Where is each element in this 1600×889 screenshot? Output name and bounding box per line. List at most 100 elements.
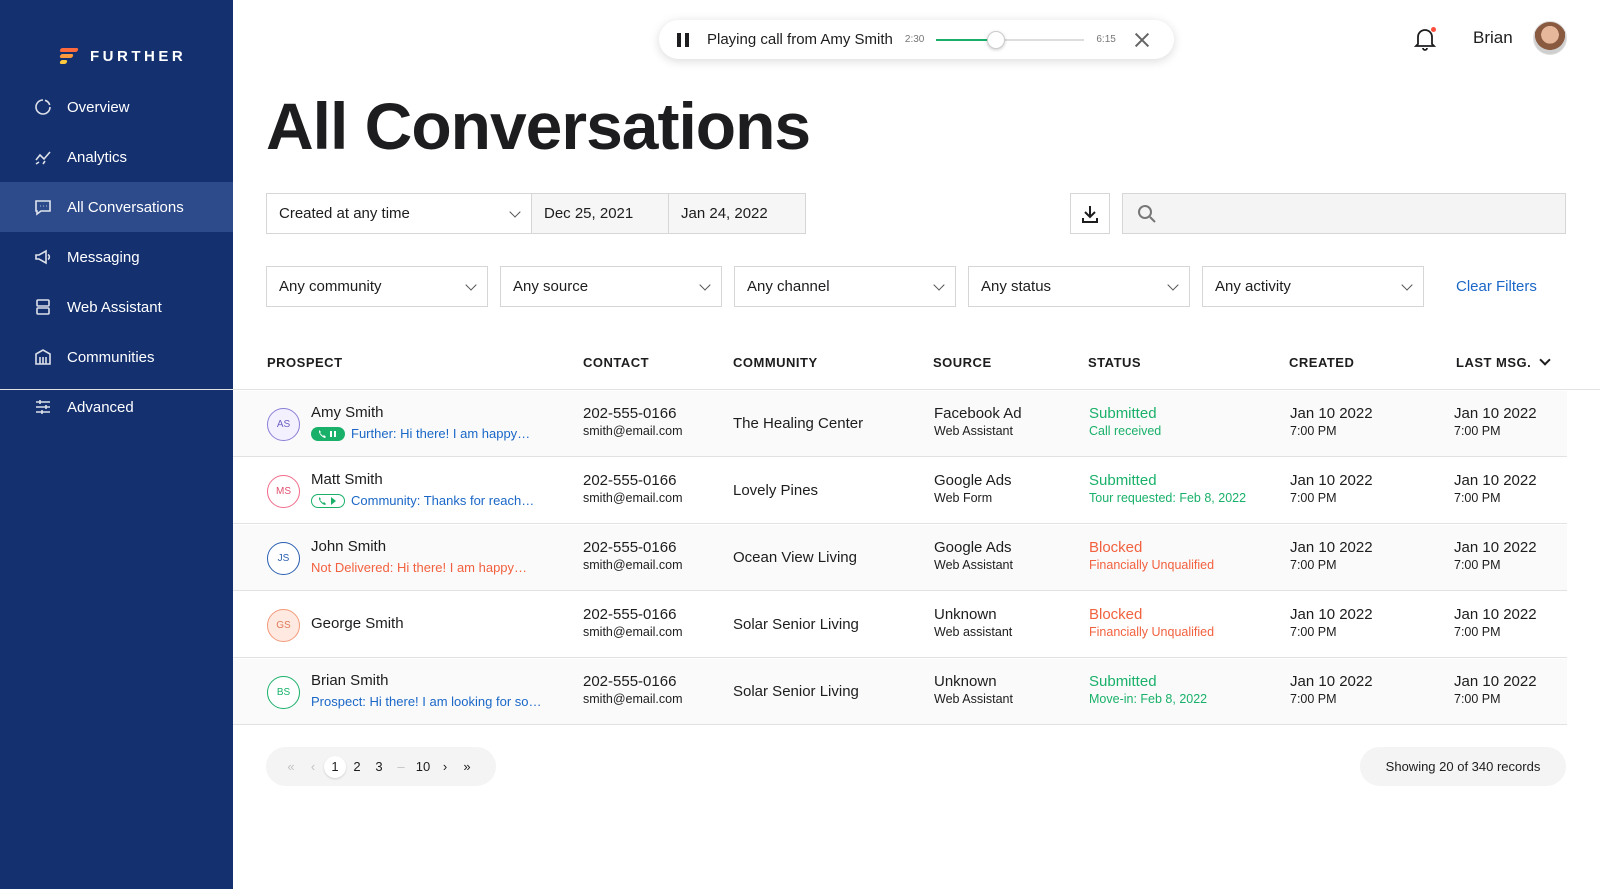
table-row[interactable]: MS Matt Smith Community: Thanks for reac… [233,458,1567,524]
message-preview-text: Not Delivered: Hi there! I am happy… [311,560,528,575]
next-page-button[interactable]: › [434,759,456,774]
sidebar-item-analytics[interactable]: Analytics [0,132,233,182]
column-header-status[interactable]: STATUS [1088,355,1141,370]
created-time: 7:00 PM [1290,625,1337,639]
user-avatar[interactable] [1533,21,1567,55]
date-range-select[interactable]: Created at any time [266,193,532,234]
community-filter-value: Any community [279,278,382,295]
filter-bar: Any community Any source Any channel Any… [266,266,1424,307]
prev-page-button[interactable]: ‹ [302,759,324,774]
source-filter-value: Any source [513,278,589,295]
page-button-1[interactable]: 1 [324,755,346,778]
web-assistant-icon [34,298,52,316]
call-player: Playing call from Amy Smith 2:30 6:15 [659,20,1174,59]
close-icon[interactable] [1134,32,1150,48]
page-button-2[interactable]: 2 [346,759,368,774]
community-filter-select[interactable]: Any community [266,266,488,307]
conversations-icon [34,198,52,216]
table-row[interactable]: JS John Smith Not Delivered: Hi there! I… [233,525,1567,591]
last-msg-cell: Jan 10 2022 7:00 PM [1454,472,1537,505]
status-detail: Tour requested: Feb 8, 2022 [1089,491,1247,505]
status-label: Submitted [1089,472,1157,489]
sidebar-item-all-conversations[interactable]: All Conversations [0,182,233,232]
player-duration: 6:15 [1096,34,1116,45]
end-date-field[interactable]: Jan 24, 2022 [669,193,806,234]
status-detail: Financially Unqualified [1089,558,1215,572]
status-filter-select[interactable]: Any status [968,266,1190,307]
page-button-3[interactable]: 3 [368,759,390,774]
last-msg-cell: Jan 10 2022 7:00 PM [1454,606,1537,639]
prospect-name: Matt Smith [311,471,383,488]
prospect-name: Amy Smith [311,404,384,421]
source-filter-select[interactable]: Any source [500,266,722,307]
sidebar: FURTHER Overview Analytics All Conversat… [0,0,233,889]
player-progress-knob[interactable] [986,30,1005,49]
notification-bell-icon[interactable] [1413,27,1437,51]
player-progress-slider[interactable] [936,30,1085,49]
chevron-down-icon [465,279,477,291]
contact-cell: 202-555-0166 smith@email.com [583,606,683,639]
prospect-avatar: MS [267,475,300,508]
phone-play-icon [319,496,336,505]
user-name[interactable]: Brian [1473,28,1513,48]
contact-cell: 202-555-0166 smith@email.com [583,539,683,572]
status-cell: Blocked Financially Unqualified [1089,606,1214,639]
table-row[interactable]: AS Amy Smith Further: Hi there! I am hap… [233,391,1567,457]
sidebar-item-web-assistant[interactable]: Web Assistant [0,282,233,332]
search-box[interactable] [1122,193,1566,234]
created-cell: Jan 10 2022 7:00 PM [1290,673,1373,706]
last-msg-date: Jan 10 2022 [1454,405,1537,422]
status-detail: Call received [1089,424,1162,438]
search-input[interactable] [1167,205,1557,222]
chevron-down-icon [699,279,711,291]
page-title: All Conversations [266,89,811,163]
contact-phone: 202-555-0166 [583,673,677,690]
column-header-last-msg[interactable]: LAST MSG. [1456,354,1551,370]
column-header-prospect[interactable]: PROSPECT [267,355,343,370]
table-row[interactable]: GS George Smith 202-555-0166 smith@email… [233,592,1567,658]
status-label: Blocked [1089,539,1143,556]
last-msg-date: Jan 10 2022 [1454,606,1537,623]
prospect-avatar: AS [267,408,300,441]
notification-dot [1431,27,1436,32]
created-time: 7:00 PM [1290,491,1337,505]
clear-filters-link[interactable]: Clear Filters [1456,278,1537,295]
sidebar-item-label: Analytics [67,148,128,166]
last-page-button[interactable]: » [456,759,478,774]
created-date: Jan 10 2022 [1290,405,1373,422]
records-count: Showing 20 of 340 records [1360,747,1566,786]
column-header-source[interactable]: SOURCE [933,355,992,370]
column-header-contact[interactable]: CONTACT [583,355,649,370]
download-button[interactable] [1070,193,1110,234]
page-button-10[interactable]: 10 [412,759,434,774]
further-logo-icon [59,47,80,65]
source-name: Google Ads [934,539,1012,556]
sidebar-item-messaging[interactable]: Messaging [0,232,233,282]
column-header-created[interactable]: CREATED [1289,355,1354,370]
pagination-ellipsis: – [397,759,405,774]
sliders-icon [34,398,52,416]
channel-filter-select[interactable]: Any channel [734,266,956,307]
table-row[interactable]: BS Brian Smith Prospect: Hi there! I am … [233,659,1567,725]
activity-filter-select[interactable]: Any activity [1202,266,1424,307]
status-label: Blocked [1089,606,1143,623]
last-msg-cell: Jan 10 2022 7:00 PM [1454,673,1537,706]
status-detail: Move-in: Feb 8, 2022 [1089,692,1208,706]
pause-icon[interactable] [677,32,691,47]
column-header-label: LAST MSG. [1456,355,1532,370]
table-header: PROSPECT CONTACT COMMUNITY SOURCE STATUS… [0,344,1600,390]
created-time: 7:00 PM [1290,424,1337,438]
created-cell: Jan 10 2022 7:00 PM [1290,472,1373,505]
brand-logo[interactable]: FURTHER [0,0,233,82]
status-label: Submitted [1089,673,1157,690]
last-msg-date: Jan 10 2022 [1454,472,1537,489]
sidebar-item-label: Overview [67,98,130,116]
sort-desc-icon [1539,354,1551,366]
column-header-community[interactable]: COMMUNITY [733,355,818,370]
call-recording-badge[interactable] [311,493,345,508]
sidebar-item-overview[interactable]: Overview [0,82,233,132]
first-page-button[interactable]: « [280,759,302,774]
start-date-field[interactable]: Dec 25, 2021 [532,193,669,234]
source-detail: Web Assistant [934,558,1013,572]
activity-filter-value: Any activity [1215,278,1291,295]
